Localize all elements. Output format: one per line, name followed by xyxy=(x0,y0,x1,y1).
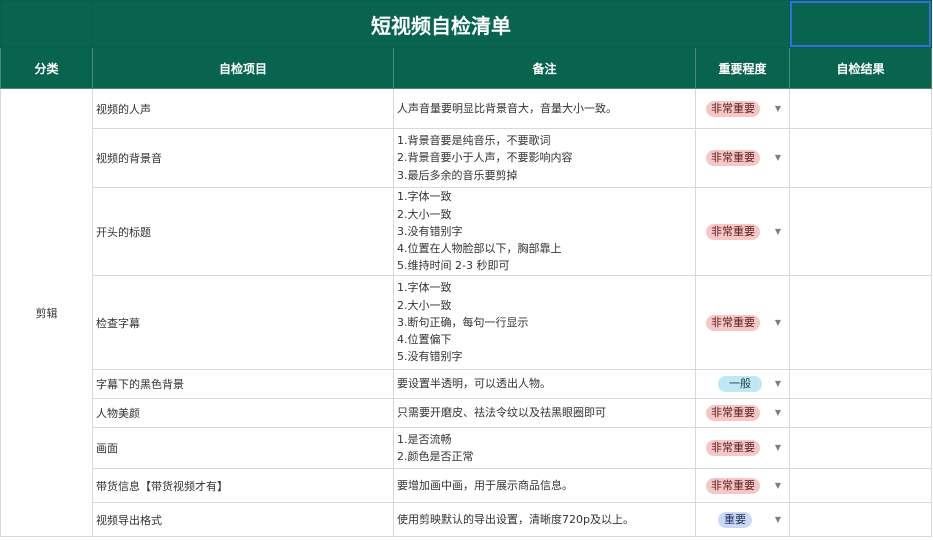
note-line: 2.背景音要小于人声，不要影响内容 xyxy=(397,151,573,165)
importance-badge: 非常重要 xyxy=(706,405,760,421)
note-line: 5.没有错别字 xyxy=(397,350,463,364)
result-cell[interactable] xyxy=(789,502,932,537)
item-cell[interactable]: 带货信息【带货视频才有】 xyxy=(92,468,394,503)
importance-badge: 非常重要 xyxy=(706,440,760,456)
importance-badge: 非常重要 xyxy=(706,314,760,331)
dropdown-arrow-icon[interactable]: ▼ xyxy=(775,443,781,452)
header-importance[interactable]: 重要程度 xyxy=(695,47,790,89)
note-line: 1.字体一致 xyxy=(397,281,452,295)
importance-dropdown[interactable]: 非常重要 ▼ xyxy=(695,88,790,129)
note-line: 5.维持时间 2-3 秒即可 xyxy=(397,259,510,273)
importance-dropdown[interactable]: 非常重要 ▼ xyxy=(695,468,790,503)
title-spacer-cell[interactable] xyxy=(0,0,93,48)
note-line: 2.大小一致 xyxy=(397,298,452,312)
importance-dropdown[interactable]: 非常重要 ▼ xyxy=(695,398,790,428)
note-cell[interactable]: 1.字体一致 2.大小一致 3.没有错别字 4.位置在人物脸部以下，胸部靠上 5.维持时… xyxy=(393,187,696,276)
importance-dropdown[interactable]: 非常重要 ▼ xyxy=(695,128,790,188)
item-cell[interactable]: 视频导出格式 xyxy=(92,502,394,537)
table-row: 人物美颜 只需要开磨皮、祛法令纹以及祛黑眼圈即可 非常重要 ▼ xyxy=(1,398,932,428)
dropdown-arrow-icon[interactable]: ▼ xyxy=(775,318,781,327)
note-line: 2.大小一致 xyxy=(397,207,452,221)
importance-badge: 非常重要 xyxy=(706,150,760,166)
item-cell[interactable]: 视频的人声 xyxy=(92,88,394,129)
importance-dropdown[interactable]: 一般 ▼ xyxy=(695,369,790,399)
item-cell[interactable]: 画面 xyxy=(92,427,394,469)
item-cell[interactable]: 视频的背景音 xyxy=(92,128,394,188)
note-cell[interactable]: 人声音量要明显比背景音大，音量大小一致。 xyxy=(393,88,696,129)
note-line: 3.断句正确，每句一行显示 xyxy=(397,315,529,329)
note-line: 1.是否流畅 xyxy=(397,432,452,446)
note-cell[interactable]: 要设置半透明，可以透出人物。 xyxy=(393,369,696,399)
note-line: 人声音量要明显比背景音大，音量大小一致。 xyxy=(397,101,617,115)
table-row: 检查字幕 1.字体一致 2.大小一致 3.断句正确，每句一行显示 4.位置偏下 5.没有错… xyxy=(1,275,932,370)
note-line: 要增加画中画，用于展示商品信息。 xyxy=(397,478,573,492)
note-line: 只需要开磨皮、祛法令纹以及祛黑眼圈即可 xyxy=(397,406,606,420)
dropdown-arrow-icon[interactable]: ▼ xyxy=(775,515,781,524)
note-cell[interactable]: 1.背景音要是纯音乐，不要歌词 2.背景音要小于人声，不要影响内容 3.最后多余的音… xyxy=(393,128,696,188)
result-cell[interactable] xyxy=(789,187,932,276)
result-cell[interactable] xyxy=(789,128,932,188)
note-cell[interactable]: 要增加画中画，用于展示商品信息。 xyxy=(393,468,696,503)
item-cell[interactable]: 开头的标题 xyxy=(92,187,394,276)
table-row: 视频的背景音 1.背景音要是纯音乐，不要歌词 2.背景音要小于人声，不要影响内容 3.… xyxy=(1,128,932,188)
note-line: 4.位置在人物脸部以下，胸部靠上 xyxy=(397,242,562,256)
result-cell[interactable] xyxy=(789,427,932,469)
header-category[interactable]: 分类 xyxy=(0,47,93,89)
importance-badge: 非常重要 xyxy=(706,477,760,494)
note-line: 2.颜色是否正常 xyxy=(397,450,474,463)
result-cell[interactable] xyxy=(789,275,932,370)
note-cell[interactable]: 使用剪映默认的导出设置，清晰度720p及以上。 xyxy=(393,502,696,537)
table-row: 剪辑 视频的人声 人声音量要明显比背景音大，音量大小一致。 非常重要 ▼ xyxy=(0,88,932,537)
note-cell[interactable]: 1.是否流畅 2.颜色是否正常 xyxy=(393,427,696,469)
dropdown-arrow-icon[interactable]: ▼ xyxy=(775,379,781,388)
table-row: 画面 1.是否流畅 2.颜色是否正常 非常重要 ▼ xyxy=(1,427,932,469)
table-row: 视频导出格式 使用剪映默认的导出设置，清晰度720p及以上。 重要 ▼ xyxy=(1,502,932,537)
dropdown-arrow-icon[interactable]: ▼ xyxy=(775,153,781,162)
header-item[interactable]: 自检项目 xyxy=(92,47,394,89)
category-cell[interactable]: 剪辑 xyxy=(0,88,93,537)
note-line: 1.背景音要是纯音乐，不要歌词 xyxy=(397,134,551,148)
header-result[interactable]: 自检结果 xyxy=(789,47,932,89)
table-body: 剪辑 视频的人声 人声音量要明显比背景音大，音量大小一致。 非常重要 ▼ 视频的背景音 1.… xyxy=(0,88,932,537)
importance-badge: 非常重要 xyxy=(706,223,760,240)
result-cell[interactable] xyxy=(789,88,932,129)
note-line: 3.没有错别字 xyxy=(397,224,463,238)
result-cell[interactable] xyxy=(789,369,932,399)
table-row: 开头的标题 1.字体一致 2.大小一致 3.没有错别字 4.位置在人物脸部以下，胸部靠上… xyxy=(1,187,932,276)
importance-dropdown[interactable]: 非常重要 ▼ xyxy=(695,275,790,370)
importance-dropdown[interactable]: 非常重要 ▼ xyxy=(695,427,790,469)
item-cell[interactable]: 字幕下的黑色背景 xyxy=(92,369,394,399)
selected-cell[interactable] xyxy=(789,0,932,48)
dropdown-arrow-icon[interactable]: ▼ xyxy=(775,481,781,490)
dropdown-arrow-icon[interactable]: ▼ xyxy=(775,104,781,113)
importance-badge: 一般 xyxy=(718,376,762,392)
note-cell[interactable]: 1.字体一致 2.大小一致 3.断句正确，每句一行显示 4.位置偏下 5.没有错别字 xyxy=(393,275,696,370)
note-line: 要设置半透明，可以透出人物。 xyxy=(397,377,551,391)
result-cell[interactable] xyxy=(789,398,932,428)
item-cell[interactable]: 人物美颜 xyxy=(92,398,394,428)
importance-dropdown[interactable]: 非常重要 ▼ xyxy=(695,187,790,276)
note-cell[interactable]: 只需要开磨皮、祛法令纹以及祛黑眼圈即可 xyxy=(393,398,696,428)
header-note[interactable]: 备注 xyxy=(393,47,696,89)
table-row: 带货信息【带货视频才有】 要增加画中画，用于展示商品信息。 非常重要 ▼ xyxy=(1,468,932,503)
sheet-title[interactable]: 短视频自检清单 xyxy=(92,0,790,48)
item-cell[interactable]: 检查字幕 xyxy=(92,275,394,370)
importance-badge: 非常重要 xyxy=(706,100,760,117)
note-line: 4.位置偏下 xyxy=(397,333,452,347)
result-cell[interactable] xyxy=(789,468,932,503)
importance-dropdown[interactable]: 重要 ▼ xyxy=(695,502,790,537)
checklist-sheet: 短视频自检清单 分类 自检项目 备注 重要程度 自检结果 剪辑 视频的人声 人声音量… xyxy=(0,0,932,537)
note-line: 使用剪映默认的导出设置，清晰度720p及以上。 xyxy=(397,512,634,526)
note-line: 1.字体一致 xyxy=(397,190,452,204)
table-row: 字幕下的黑色背景 要设置半透明，可以透出人物。 一般 ▼ xyxy=(1,369,932,399)
dropdown-arrow-icon[interactable]: ▼ xyxy=(775,227,781,236)
selection-border xyxy=(790,1,931,47)
dropdown-arrow-icon[interactable]: ▼ xyxy=(775,408,781,417)
note-line: 3.最后多余的音乐要剪掉 xyxy=(397,168,518,182)
importance-badge: 重要 xyxy=(718,511,752,528)
